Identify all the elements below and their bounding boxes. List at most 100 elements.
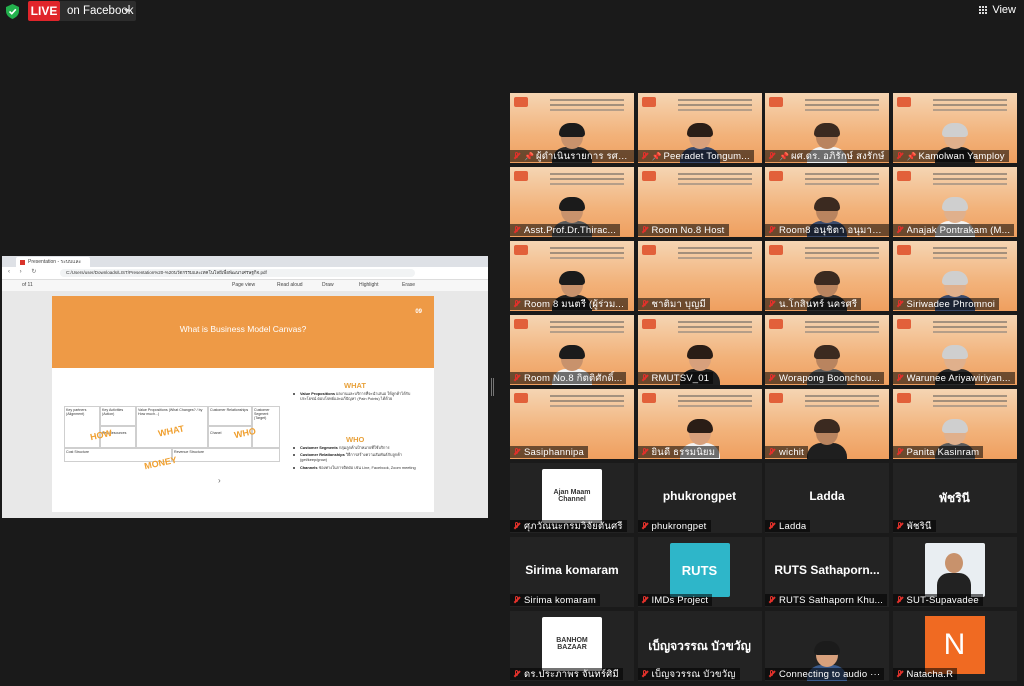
participant-tile[interactable]: 📌 Peeradet Tongum... — [637, 93, 762, 163]
pdf-viewer[interactable]: 09 What is Business Model Canvas? Key pa… — [2, 291, 488, 518]
participant-tile[interactable]: เบ็ญจวรรณ บัวขวัญ เบ็ญจวรรณ บัวขวัญ — [637, 611, 762, 681]
participant-name: Room8 อนุชิตา อนุมาน ... — [779, 224, 885, 236]
participant-nameplate: Connecting to audio ··· — [765, 668, 885, 680]
participant-tile[interactable]: Room8 อนุชิตา อนุมาน ... — [765, 167, 889, 237]
participant-name: ผศ.ดร. อภิรักษ์ สงรักษ์ — [790, 150, 885, 162]
participant-tile[interactable]: Room 8 มนตรี (ผู้ร่วม... — [510, 241, 634, 311]
participant-display-name: Sirima komaram — [525, 563, 619, 577]
split-view-handle[interactable] — [491, 378, 494, 396]
bullet-customer-relationships: Customer Relationships วิธีการสร้างความส… — [292, 452, 422, 462]
participant-nameplate: wichit — [765, 446, 808, 458]
what-bullets: Value Propositions ผลงานและบริการที่จะนำ… — [292, 391, 422, 403]
participant-profile-image — [924, 543, 985, 597]
participant-nameplate: 📌 Kamolwan Yamploy — [892, 150, 1009, 162]
mic-muted-icon — [510, 520, 524, 532]
business-model-canvas: Key partners (Alignment) Key Activities … — [64, 406, 280, 472]
participant-avatar: N — [924, 616, 985, 674]
participant-nameplate: ดร.ประภาพร จันทร์ศิมี — [510, 668, 623, 680]
participant-tile[interactable]: 📌 ผศ.ดร. อภิรักษ์ สงรักษ์ — [765, 93, 889, 163]
participant-name: Siriwadee Phromnoi — [906, 298, 996, 310]
participant-nameplate: SUT-Supavadee — [892, 594, 983, 606]
participant-nameplate: RMUTSV_01 — [637, 372, 714, 384]
participant-nameplate: ชาติมา บุญมี — [637, 298, 710, 310]
participant-tile[interactable]: Panita Kasinram — [892, 389, 1017, 459]
view-button[interactable]: View — [979, 4, 1016, 16]
mic-muted-icon — [893, 150, 907, 162]
participant-nameplate: พัชรินี — [892, 520, 936, 532]
browser-nav-icons[interactable]: ‹ › ↻ — [8, 268, 40, 275]
live-badge[interactable]: LIVE — [28, 1, 60, 21]
participant-tile[interactable]: RMUTSV_01 — [637, 315, 762, 385]
browser-url-field[interactable]: C:/Users/user/Downloads/LIST/Presentatio… — [60, 269, 415, 277]
participant-name: phukrongpet — [651, 520, 707, 532]
pdf-tool-erase[interactable]: Erase — [402, 282, 415, 288]
participant-nameplate: 📌 Peeradet Tongum... — [637, 150, 754, 162]
who-bullets: Customer Segments กลุ่มลูกค้าเป้าหมายที่… — [292, 445, 422, 472]
participant-name: Room No.8 กิตติศักดิ์... — [524, 372, 623, 384]
browser-tab[interactable]: Presentation - ระบบและเครือข่าย... — [16, 257, 90, 275]
participant-tile[interactable]: Asst.Prof.Dr.Thirac... — [510, 167, 634, 237]
participant-tile[interactable]: wichit — [765, 389, 889, 459]
bullet-channels: Channels ช่องทางในการติดต่อ เช่น Line, F… — [292, 465, 422, 470]
participant-name: Room No.8 Host — [651, 224, 725, 236]
participant-tile[interactable]: Connecting to audio ··· — [765, 611, 889, 681]
bullet-customer-segments: Customer Segments กลุ่มลูกค้าเป้าหมายที่… — [292, 445, 422, 450]
bullet-value-propositions: Value Propositions ผลงานและบริการที่จะนำ… — [292, 391, 422, 401]
chevron-right-icon[interactable]: › — [218, 476, 221, 485]
mic-muted-icon — [638, 594, 652, 606]
mic-muted-icon — [893, 446, 907, 458]
participant-nameplate: Sirima komaram — [510, 594, 600, 606]
slide-title: What is Business Model Canvas? — [179, 324, 307, 334]
participant-tile[interactable]: N Natacha.R — [892, 611, 1017, 681]
participant-tile[interactable]: ยินดี ธรรมนิยม — [637, 389, 762, 459]
participant-tile[interactable]: SUT-Supavadee — [892, 537, 1017, 607]
pdf-tool-highlight[interactable]: Highlight — [359, 282, 378, 288]
mic-muted-icon — [893, 520, 907, 532]
what-heading: WHAT — [344, 381, 366, 390]
stream-target-dropdown[interactable]: on Facebook — [60, 1, 136, 21]
participant-tile[interactable]: phukrongpet phukrongpet — [637, 463, 762, 533]
pdf-page-counter: of 11 — [22, 282, 33, 288]
participant-nameplate: Asst.Prof.Dr.Thirac... — [510, 224, 621, 236]
participant-tile[interactable]: น.โกสินทร์ นครศรี — [765, 241, 889, 311]
participant-name: wichit — [779, 446, 804, 458]
shared-screen: Presentation - ระบบและเครือข่าย... ‹ › ↻… — [2, 256, 488, 518]
participant-tile[interactable]: Room No.8 กิตติศักดิ์... — [510, 315, 634, 385]
mic-muted-icon — [510, 668, 524, 680]
mic-muted-icon — [510, 446, 524, 458]
participant-tile[interactable]: Ajan Maam Channel ศุภวัณนะกรมวิจัยตันศรี — [510, 463, 634, 533]
participant-tile[interactable]: BANHOM BAZAAR ดร.ประภาพร จันทร์ศิมี — [510, 611, 634, 681]
participant-tile[interactable]: 📌 ผู้ดำเนินรายการ รศ.ด... — [510, 93, 634, 163]
participant-tile[interactable]: Siriwadee Phromnoi — [892, 241, 1017, 311]
participant-tile[interactable]: Warunee Ariyawiriyan... — [892, 315, 1017, 385]
participant-tile[interactable]: Room No.8 Host — [637, 167, 762, 237]
view-label: View — [992, 4, 1016, 16]
pin-icon: 📌 — [524, 151, 534, 161]
participant-tile[interactable]: พัชรินี พัชรินี — [892, 463, 1017, 533]
participant-tile[interactable]: ชาติมา บุญมี — [637, 241, 762, 311]
participant-tile[interactable]: Anajak Pontrakam (M... — [892, 167, 1017, 237]
participant-name: ศุภวัณนะกรมวิจัยตันศรี — [524, 520, 623, 532]
participant-nameplate: 📌 ผศ.ดร. อภิรักษ์ สงรักษ์ — [765, 150, 889, 162]
participant-tile[interactable]: 📌 Kamolwan Yamploy — [892, 93, 1017, 163]
mic-muted-icon — [765, 224, 779, 236]
pdf-tool-page-view[interactable]: Page view — [232, 282, 255, 288]
participant-tile[interactable]: Sasiphannipa — [510, 389, 634, 459]
participant-tile[interactable]: RUTS IMDs Project — [637, 537, 762, 607]
pdf-tool-read-aloud[interactable]: Read aloud — [277, 282, 303, 288]
participant-tile[interactable]: Ladda Ladda — [765, 463, 889, 533]
participant-tile[interactable]: Sirima komaram Sirima komaram — [510, 537, 634, 607]
slide-number: 09 — [415, 309, 422, 315]
canvas-box-segment: Customer Segment (Target) — [252, 406, 280, 448]
participant-profile-image: BANHOM BAZAAR — [542, 617, 602, 671]
canvas-box-relationships: Customer Relationships — [208, 406, 252, 426]
participant-name: Anajak Pontrakam (M... — [906, 224, 1011, 236]
browser-tab-strip: Presentation - ระบบและเครือข่าย... — [2, 256, 488, 275]
shield-icon[interactable] — [6, 4, 19, 19]
pdf-tool-draw[interactable]: Draw — [322, 282, 334, 288]
participant-tile[interactable]: Worapong Boonchou... — [765, 315, 889, 385]
participant-nameplate: RUTS Sathaporn Khu... — [765, 594, 888, 606]
participant-name: พัชรินี — [906, 520, 932, 532]
participant-tile[interactable]: RUTS Sathaporn... RUTS Sathaporn Khu... — [765, 537, 889, 607]
browser-address-bar: ‹ › ↻ C:/Users/user/Downloads/LIST/Prese… — [2, 267, 488, 280]
